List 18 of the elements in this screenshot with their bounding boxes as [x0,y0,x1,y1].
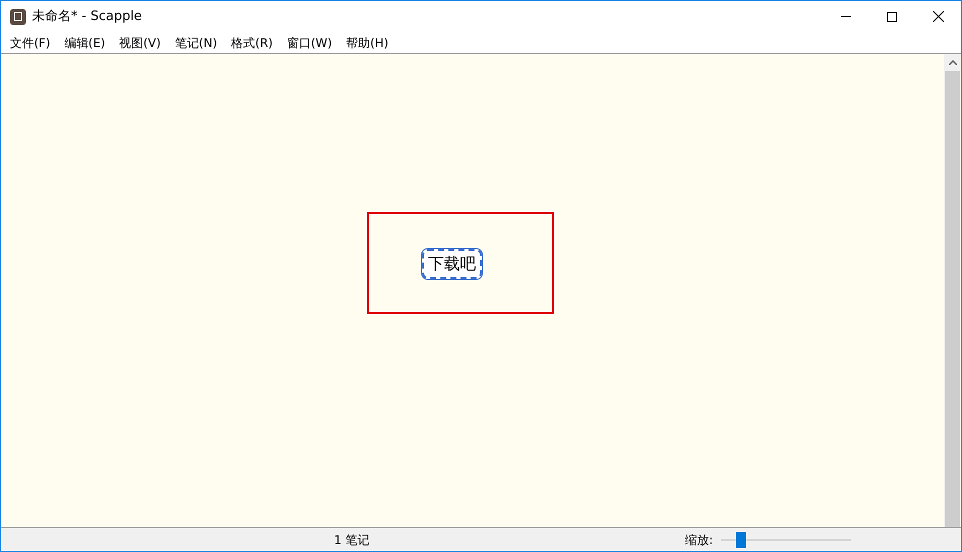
menu-item[interactable]: 帮助(H) [339,34,396,52]
app-icon [10,8,26,24]
scrollbar[interactable] [944,54,961,527]
note[interactable]: 下载吧 [422,249,482,279]
note-count: 1 笔记 [334,532,370,548]
menu-item[interactable]: 窗口(W) [280,34,340,52]
minimize-icon [841,16,851,17]
zoom-label: 缩放: [684,532,713,548]
menu-item[interactable]: 笔记(N) [168,34,224,52]
menu-item[interactable]: 格式(R) [224,34,280,52]
window-title: 未命名* - Scapple [32,8,142,26]
zoom-slider[interactable] [721,532,851,548]
menu-item[interactable]: 编辑(E) [57,34,112,52]
maximize-icon [887,12,897,22]
menu-item[interactable]: 视图(V) [112,34,168,52]
slider-thumb[interactable] [736,532,746,548]
menu-item[interactable]: 文件(F) [3,34,58,52]
close-icon [932,11,944,22]
